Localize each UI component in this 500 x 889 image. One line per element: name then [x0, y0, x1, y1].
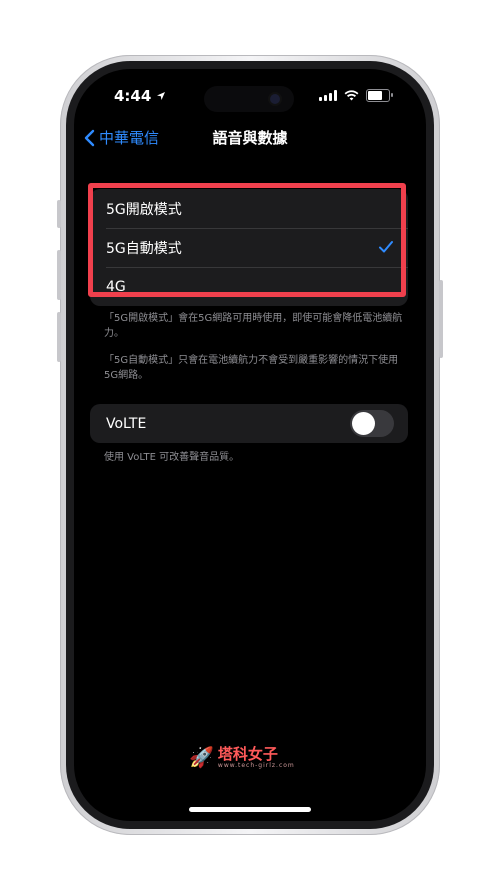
mode-footer-1: 「5G開啟模式」會在5G網路可用時使用，即使可能會降低電池續航力。 — [104, 313, 403, 339]
status-time: 4:44 — [114, 87, 152, 105]
home-indicator[interactable] — [189, 807, 311, 812]
highlight-box — [88, 183, 406, 297]
volte-cell: VoLTE — [90, 404, 408, 443]
cellular-signal-icon — [319, 90, 337, 101]
screen: 4:44 中華電信 語音與數據 5G開啟模式 5G自動模式 4G 「5G開啟模式… — [74, 69, 426, 821]
rocket-icon: 🚀 — [189, 745, 214, 769]
battery-icon — [366, 89, 393, 102]
volte-row: VoLTE — [90, 404, 408, 443]
dynamic-island — [204, 86, 294, 112]
watermark-url: www.tech-girlz.com — [217, 761, 295, 769]
watermark-name: 塔科女子 — [217, 744, 278, 763]
wifi-icon — [344, 90, 359, 101]
toggle-knob — [352, 412, 375, 435]
volte-toggle[interactable] — [350, 410, 394, 437]
volte-label: VoLTE — [106, 415, 147, 432]
mode-footer-2: 「5G自動模式」只會在電池續航力不會受到嚴重影響的情況下使用5G網路。 — [104, 355, 399, 381]
navigation-bar: 中華電信 語音與數據 — [74, 125, 426, 155]
volume-down-button — [57, 312, 61, 362]
page-title: 語音與數據 — [212, 129, 288, 147]
power-button — [439, 280, 443, 358]
status-icons — [319, 89, 393, 102]
action-button — [57, 200, 61, 228]
volte-footer: 使用 VoLTE 可改善聲音品質。 — [104, 452, 240, 463]
volume-up-button — [57, 250, 61, 300]
location-arrow-icon — [157, 92, 165, 100]
watermark-logo: 🚀 塔科女子 www.tech-girlz.com — [189, 745, 295, 769]
camera-icon — [270, 94, 280, 104]
